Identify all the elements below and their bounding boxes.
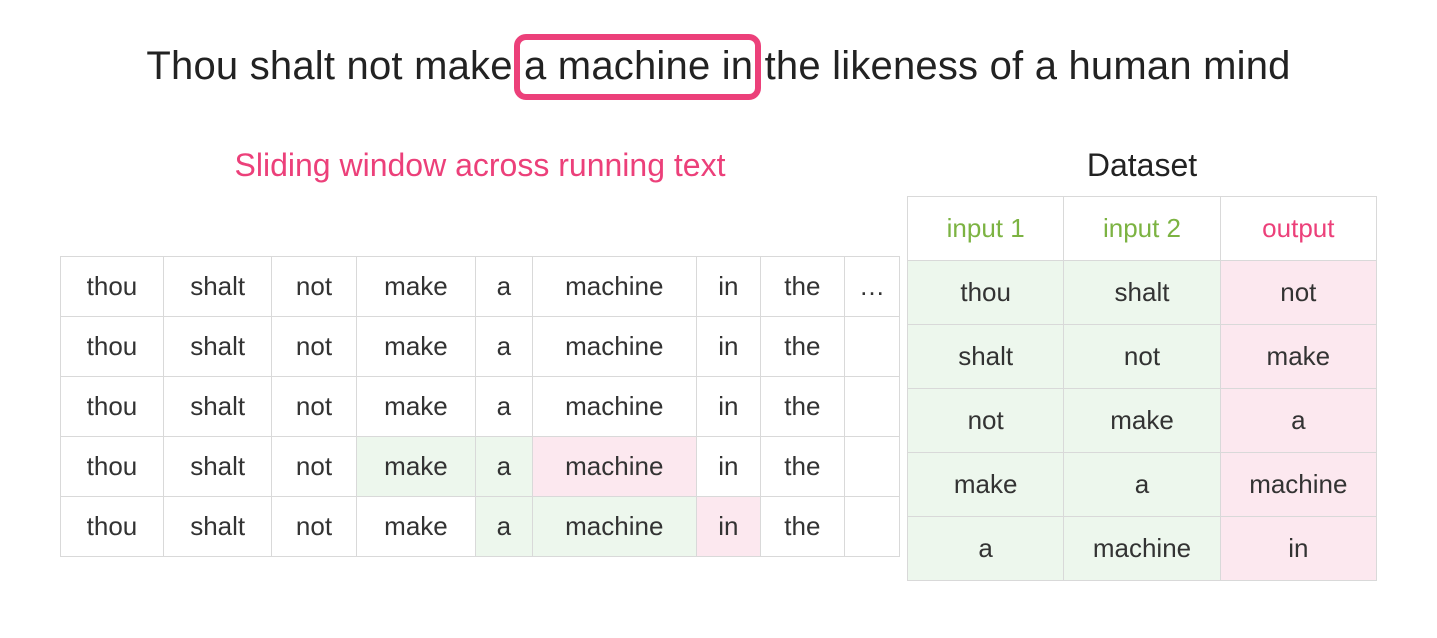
input-cell: shalt <box>1064 261 1220 325</box>
token-cell: not <box>272 257 356 317</box>
token-cell: shalt <box>163 257 271 317</box>
token-cell: thou <box>61 257 164 317</box>
token-cell: make <box>356 257 476 317</box>
sentence-word: the <box>765 44 821 88</box>
token-cell: the <box>760 257 844 317</box>
sentence-word: in <box>722 44 754 88</box>
sentence-word: human <box>1068 44 1191 88</box>
output-cell: a <box>1220 389 1376 453</box>
token-cell: the <box>760 437 844 497</box>
sentence-word: machine <box>558 44 711 88</box>
table-row: makeamachine <box>908 453 1377 517</box>
output-cell: not <box>1220 261 1376 325</box>
token-cell: in <box>697 437 761 497</box>
right-column: Dataset input 1input 2outputthoushaltnot… <box>907 147 1377 581</box>
token-cell: make <box>356 317 476 377</box>
sentence-word: of <box>990 44 1024 88</box>
input-cell: not <box>1064 325 1220 389</box>
token-cell: in <box>697 497 761 557</box>
token-cell: thou <box>61 497 164 557</box>
header-input: input 2 <box>1064 197 1220 261</box>
sentence-word: likeness <box>832 44 978 88</box>
sentence-word: Thou <box>146 44 238 88</box>
token-cell: thou <box>61 317 164 377</box>
input-cell: a <box>1064 453 1220 517</box>
table-row: notmakea <box>908 389 1377 453</box>
diagram-canvas: Thou shalt not make a machine in the lik… <box>0 0 1437 638</box>
sentence-word: shalt <box>250 44 336 88</box>
columns-row: Sliding window across running text thous… <box>0 147 1437 581</box>
table-row: thoushaltnotmakeamachineinthe <box>61 437 900 497</box>
dataset-table: input 1input 2outputthoushaltnotshaltnot… <box>907 196 1377 581</box>
token-cell: a <box>476 257 532 317</box>
table-header-row: input 1input 2output <box>908 197 1377 261</box>
token-cell: a <box>476 317 532 377</box>
token-cell: thou <box>61 377 164 437</box>
token-cell: make <box>356 497 476 557</box>
sentence-word: mind <box>1203 44 1291 88</box>
sentence-word: a <box>524 44 546 88</box>
output-cell: machine <box>1220 453 1376 517</box>
token-cell: not <box>272 497 356 557</box>
token-cell: make <box>356 377 476 437</box>
ellipsis-cell <box>845 437 900 497</box>
token-cell: machine <box>532 257 697 317</box>
ellipsis-cell <box>845 497 900 557</box>
input-cell: make <box>1064 389 1220 453</box>
table-row: thoushaltnotmakeamachineinthe <box>61 377 900 437</box>
token-cell: not <box>272 377 356 437</box>
sentence-word: a <box>1035 44 1057 88</box>
input-cell: a <box>908 517 1064 581</box>
input-cell: machine <box>1064 517 1220 581</box>
token-cell: machine <box>532 317 697 377</box>
sliding-window-table: thoushaltnotmakeamachineinthe…thoushaltn… <box>60 256 900 557</box>
token-cell: in <box>697 377 761 437</box>
token-cell: a <box>476 437 532 497</box>
table-row: thoushaltnotmakeamachineinthe <box>61 497 900 557</box>
token-cell: shalt <box>163 377 271 437</box>
token-cell: the <box>760 497 844 557</box>
left-column: Sliding window across running text thous… <box>60 147 900 581</box>
token-cell: a <box>476 497 532 557</box>
ellipsis-cell <box>845 317 900 377</box>
token-cell: thou <box>61 437 164 497</box>
output-cell: in <box>1220 517 1376 581</box>
left-caption: Sliding window across running text <box>60 147 900 184</box>
table-row: thoushaltnotmakeamachineinthe <box>61 317 900 377</box>
input-cell: make <box>908 453 1064 517</box>
token-cell: in <box>697 257 761 317</box>
table-row: thoushaltnot <box>908 261 1377 325</box>
table-row: thoushaltnotmakeamachineinthe… <box>61 257 900 317</box>
token-cell: make <box>356 437 476 497</box>
token-cell: shalt <box>163 317 271 377</box>
output-cell: make <box>1220 325 1376 389</box>
right-caption: Dataset <box>907 147 1377 184</box>
ellipsis-cell: … <box>845 257 900 317</box>
table-row: shaltnotmake <box>908 325 1377 389</box>
token-cell: in <box>697 317 761 377</box>
header-input: input 1 <box>908 197 1064 261</box>
ellipsis-cell <box>845 377 900 437</box>
token-cell: machine <box>532 497 697 557</box>
token-cell: shalt <box>163 437 271 497</box>
sentence-word: make <box>414 44 513 88</box>
input-cell: not <box>908 389 1064 453</box>
token-cell: not <box>272 437 356 497</box>
title-sentence: Thou shalt not make a machine in the lik… <box>0 44 1437 89</box>
input-cell: shalt <box>908 325 1064 389</box>
input-cell: thou <box>908 261 1064 325</box>
table-row: amachinein <box>908 517 1377 581</box>
header-output: output <box>1220 197 1376 261</box>
token-cell: not <box>272 317 356 377</box>
token-cell: a <box>476 377 532 437</box>
token-cell: the <box>760 317 844 377</box>
sentence-word: not <box>347 44 403 88</box>
token-cell: machine <box>532 437 697 497</box>
token-cell: shalt <box>163 497 271 557</box>
token-cell: the <box>760 377 844 437</box>
token-cell: machine <box>532 377 697 437</box>
